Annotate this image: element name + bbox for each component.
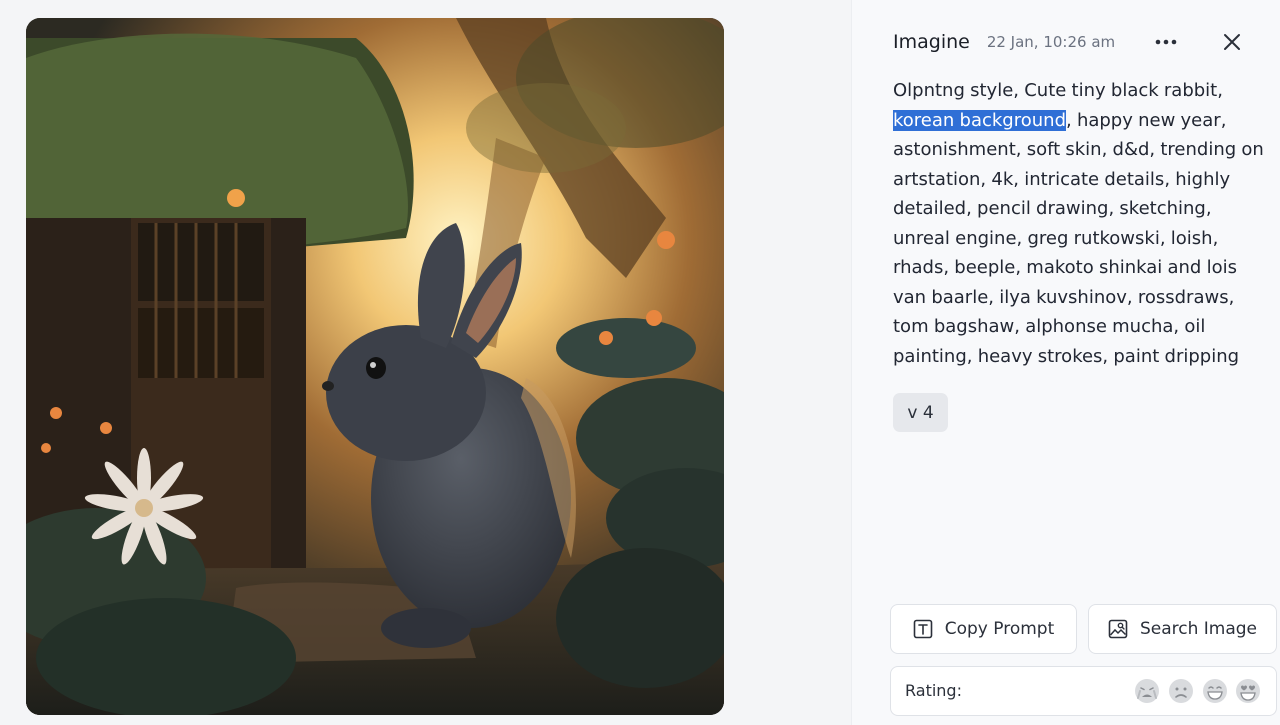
panel-title: Imagine xyxy=(893,31,970,53)
panel-header: Imagine 22 Jan, 10:26 am xyxy=(893,28,1256,56)
crying-face-icon[interactable] xyxy=(1134,678,1160,704)
more-options-button[interactable] xyxy=(1152,28,1180,56)
prompt-text[interactable]: Olpntng style, Cute tiny black rabbit, k… xyxy=(893,76,1273,371)
prompt-text-before: Olpntng style, Cute tiny black rabbit, xyxy=(893,80,1223,101)
text-icon xyxy=(913,619,933,639)
image-search-icon xyxy=(1108,619,1128,639)
version-chip[interactable]: v 4 xyxy=(893,393,948,432)
rating-label: Rating: xyxy=(905,681,962,700)
rabbit-artwork xyxy=(26,18,724,715)
image-viewer xyxy=(0,0,851,725)
grinning-face-icon[interactable] xyxy=(1202,678,1228,704)
heart-eyes-face-icon[interactable] xyxy=(1235,678,1261,704)
close-icon xyxy=(1224,34,1240,50)
copy-prompt-button[interactable]: Copy Prompt xyxy=(890,604,1077,654)
generated-image[interactable] xyxy=(26,18,724,715)
close-button[interactable] xyxy=(1218,28,1246,56)
rating-bar: Rating: xyxy=(890,666,1277,716)
details-panel: Imagine 22 Jan, 10:26 am Olpntng style, … xyxy=(851,0,1280,725)
frowning-face-icon[interactable] xyxy=(1168,678,1194,704)
more-dots-icon xyxy=(1155,39,1177,45)
search-image-label: Search Image xyxy=(1139,619,1258,639)
copy-prompt-label: Copy Prompt xyxy=(944,619,1055,639)
prompt-text-selection: korean background xyxy=(893,109,1066,131)
search-image-button[interactable]: Search Image xyxy=(1088,604,1277,654)
prompt-text-after: , happy new year, astonishment, soft ski… xyxy=(893,109,1264,367)
timestamp: 22 Jan, 10:26 am xyxy=(986,33,1116,51)
